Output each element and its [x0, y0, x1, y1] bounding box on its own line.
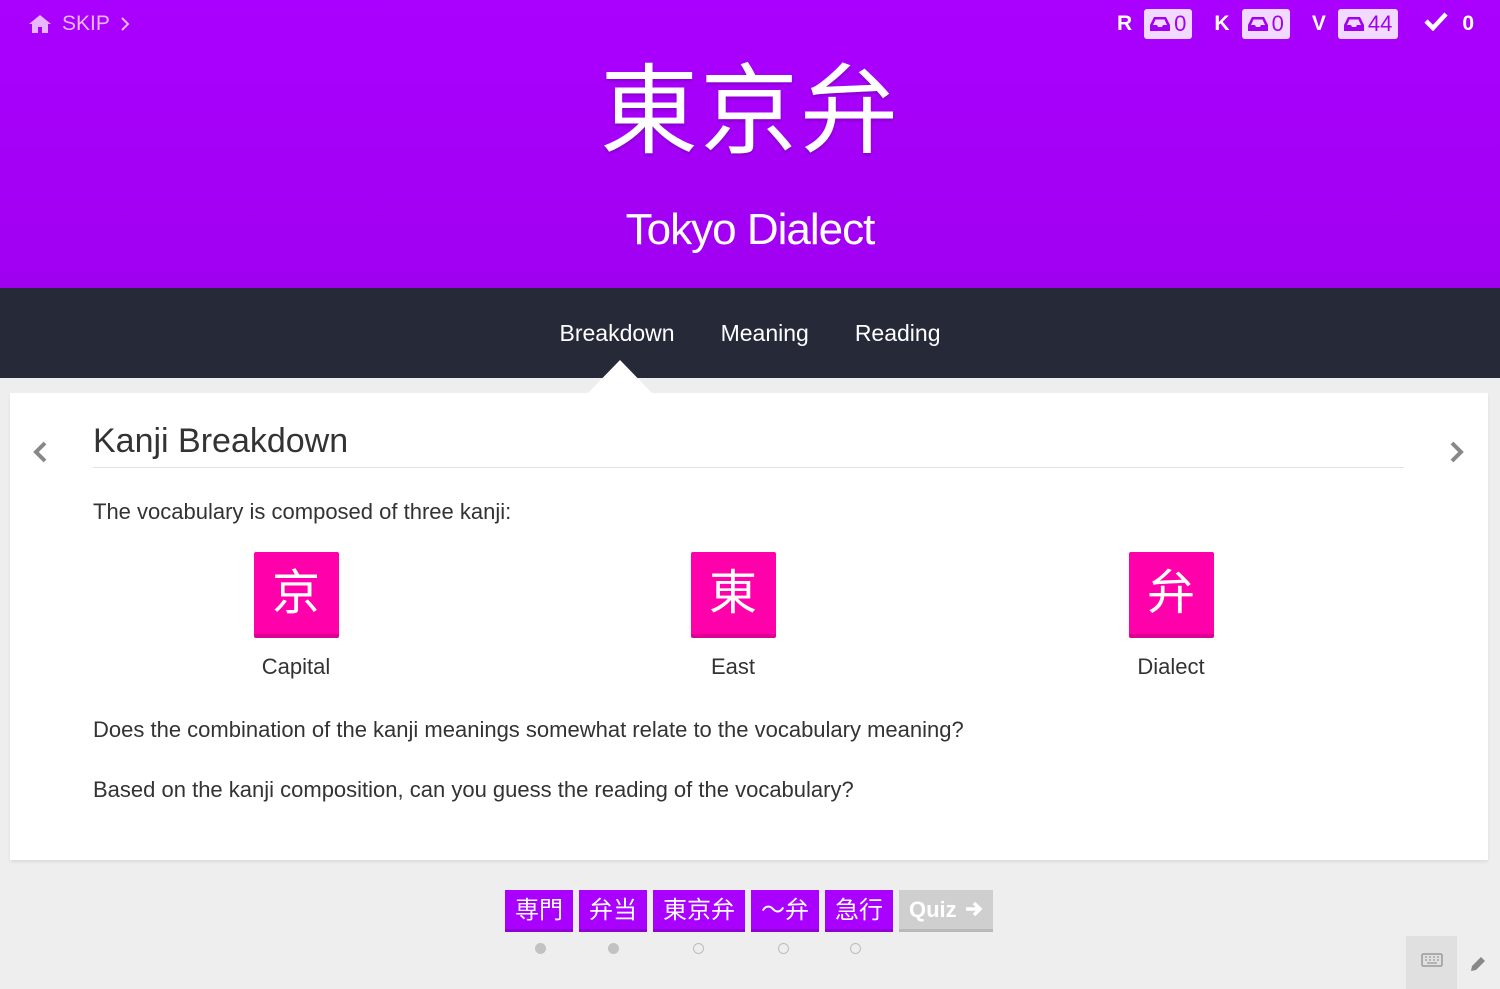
progress-dot — [778, 943, 789, 954]
lesson-queue: 専門 弁当 東京弁 〜弁 急行 Quiz — [505, 890, 993, 932]
inbox-icon — [1247, 16, 1269, 32]
counter-badge: 44 — [1337, 9, 1399, 39]
completed-counter: 0 — [1424, 11, 1474, 37]
home-icon[interactable] — [28, 14, 52, 34]
lesson-item-button[interactable]: 弁当 — [579, 890, 647, 932]
counter-value: 0 — [1174, 11, 1187, 36]
kanji-meaning: Capital — [261, 654, 331, 679]
kanji-meaning: Dialect — [1137, 654, 1205, 679]
chevron-right-icon[interactable] — [1449, 440, 1465, 469]
radical-counter: R 0 — [1116, 9, 1193, 39]
counter-badge: 0 — [1241, 9, 1290, 39]
completed-value: 0 — [1462, 12, 1474, 35]
vocab-characters: 東京弁 — [599, 55, 900, 169]
kanji-tile[interactable]: 弁 — [1128, 552, 1214, 638]
skip-label[interactable]: SKIP — [62, 12, 110, 36]
kanji-counter: K 0 — [1214, 9, 1290, 39]
counter-badge: 0 — [1144, 9, 1193, 39]
inbox-icon — [1343, 16, 1365, 32]
counter-label: R — [1116, 12, 1133, 35]
intro-text: The vocabulary is composed of three kanj… — [93, 499, 512, 524]
kanji-meaning: East — [710, 654, 756, 679]
meaning-question: Does the combination of the kanji meanin… — [93, 717, 964, 742]
lesson-item-button[interactable]: 〜弁 — [751, 890, 819, 932]
chevron-right-icon — [120, 16, 130, 32]
reading-question: Based on the kanji composition, can you … — [93, 777, 854, 802]
vocabulary-counter: V 44 — [1312, 9, 1399, 39]
counter-value: 0 — [1271, 11, 1284, 36]
vocab-meaning: Tokyo Dialect — [625, 205, 876, 254]
progress-dot — [608, 943, 619, 954]
lesson-tabs: Breakdown Meaning Reading — [0, 288, 1500, 378]
skip-button[interactable]: SKIP — [28, 10, 130, 38]
kanji-item: 東 East — [648, 552, 818, 680]
lesson-item-button[interactable]: 専門 — [505, 890, 573, 932]
progress-dot — [693, 943, 704, 954]
counter-value: 44 — [1367, 11, 1393, 36]
kanji-tile[interactable]: 東 — [690, 552, 776, 638]
lesson-item-button[interactable]: 急行 — [825, 890, 893, 932]
lesson-item-button[interactable]: 東京弁 — [653, 890, 745, 932]
active-tab-indicator — [588, 360, 652, 393]
quiz-button[interactable]: Quiz — [899, 890, 993, 932]
counter-label: K — [1214, 12, 1230, 35]
kanji-tile[interactable]: 京 — [253, 552, 339, 638]
kanji-item: 京 Capital — [211, 552, 381, 680]
keyboard-button[interactable] — [1406, 936, 1457, 989]
inbox-icon — [1149, 16, 1171, 32]
tab-meaning[interactable]: Meaning — [721, 320, 809, 347]
counter-label: V — [1311, 12, 1326, 35]
divider — [93, 467, 1404, 468]
lesson-header: SKIP R 0 K 0 V 44 0 東京弁 Tokyo Dialect — [0, 0, 1500, 288]
queue-counters: R 0 K 0 V 44 0 — [1095, 9, 1474, 39]
arrow-right-icon — [965, 897, 983, 923]
tab-breakdown[interactable]: Breakdown — [560, 320, 675, 347]
chevron-left-icon[interactable] — [32, 440, 48, 469]
keyboard-icon — [1420, 953, 1443, 972]
progress-dot — [535, 943, 546, 954]
tab-reading[interactable]: Reading — [855, 320, 941, 347]
check-icon — [1424, 11, 1448, 37]
pencil-icon[interactable] — [1468, 954, 1488, 979]
progress-dot — [850, 943, 861, 954]
kanji-item: 弁 Dialect — [1086, 552, 1256, 680]
section-title: Kanji Breakdown — [93, 422, 349, 460]
quiz-label[interactable]: Quiz — [909, 897, 957, 923]
